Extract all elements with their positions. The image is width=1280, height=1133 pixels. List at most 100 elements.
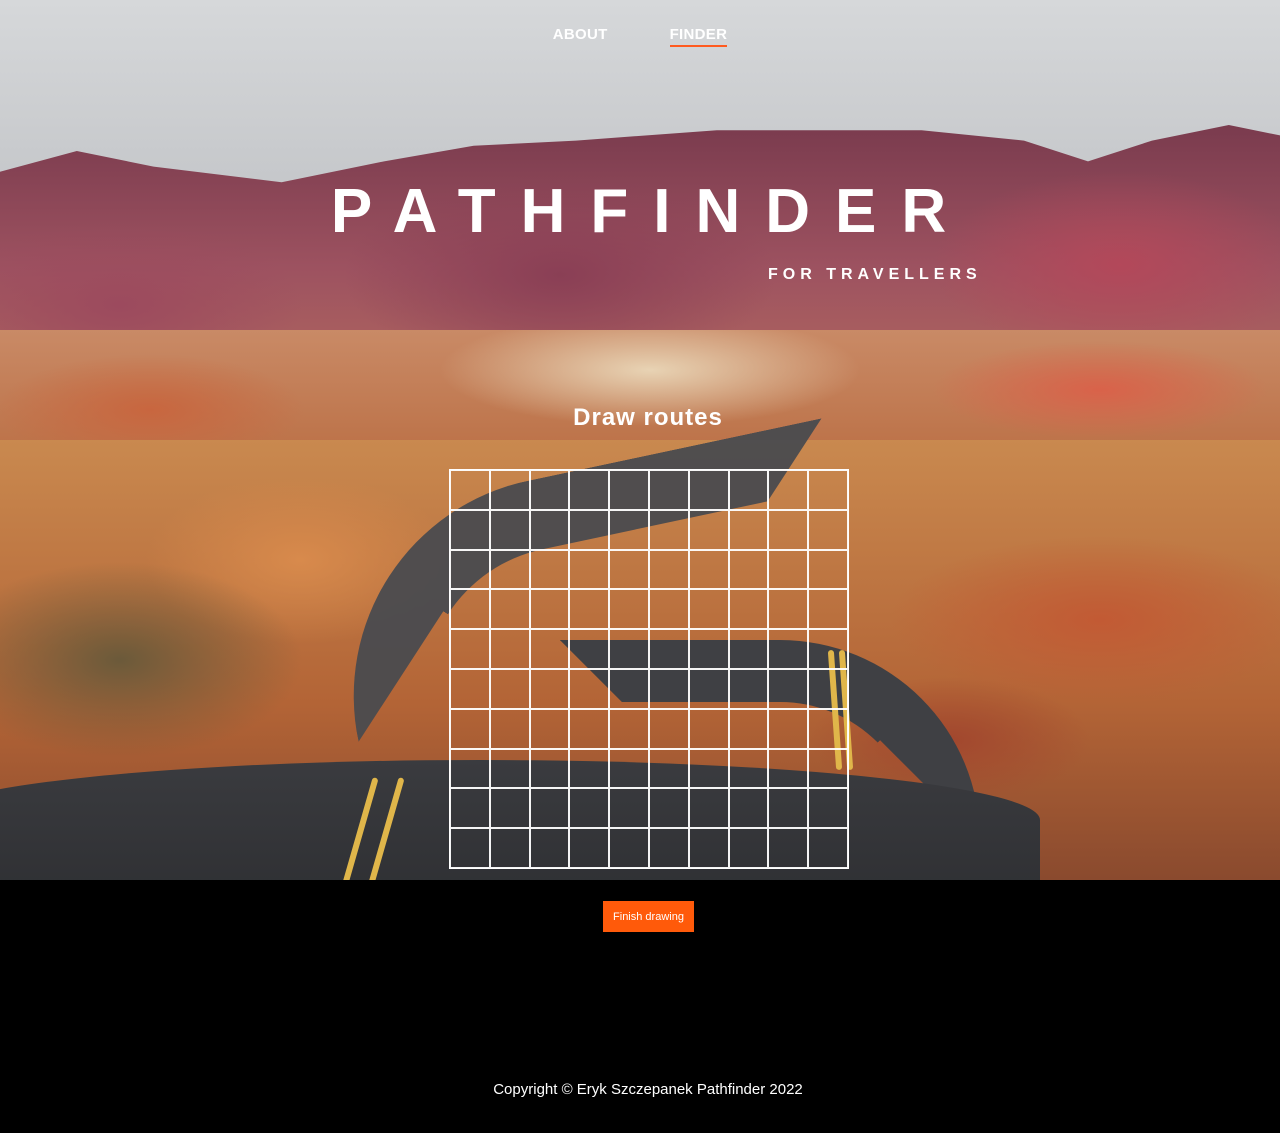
grid-cell[interactable] (489, 788, 530, 829)
grid-cell[interactable] (768, 549, 809, 590)
grid-cell[interactable] (728, 708, 769, 749)
grid-cell[interactable] (569, 748, 610, 789)
grid-cell[interactable] (489, 748, 530, 789)
grid-cell[interactable] (808, 629, 848, 669)
grid-cell[interactable] (609, 788, 649, 829)
grid-cell[interactable] (450, 708, 490, 749)
grid-cell[interactable] (808, 470, 848, 510)
grid-cell[interactable] (648, 788, 689, 829)
grid-cell[interactable] (728, 470, 769, 510)
grid-cell[interactable] (648, 748, 689, 789)
grid-cell[interactable] (768, 629, 809, 669)
grid-cell[interactable] (688, 708, 729, 749)
route-drawing-grid[interactable] (449, 469, 849, 869)
grid-cell[interactable] (648, 629, 689, 669)
grid-cell[interactable] (728, 668, 769, 709)
grid-cell[interactable] (450, 470, 490, 510)
grid-cell[interactable] (808, 708, 848, 749)
grid-cell[interactable] (450, 748, 490, 789)
grid-cell[interactable] (688, 629, 729, 669)
grid-cell[interactable] (688, 748, 729, 789)
grid-cell[interactable] (529, 470, 570, 510)
grid-cell[interactable] (529, 629, 570, 669)
grid-cell[interactable] (450, 629, 490, 669)
grid-cell[interactable] (768, 589, 809, 630)
grid-cell[interactable] (489, 509, 530, 550)
grid-cell[interactable] (768, 708, 809, 749)
grid-cell[interactable] (808, 509, 848, 550)
grid-cell[interactable] (489, 549, 530, 590)
grid-cell[interactable] (728, 589, 769, 630)
grid-cell[interactable] (808, 788, 848, 829)
nav-link-about[interactable]: ABOUT (553, 26, 608, 47)
grid-cell[interactable] (688, 549, 729, 590)
grid-cell[interactable] (609, 549, 649, 590)
grid-cell[interactable] (609, 589, 649, 630)
grid-cell[interactable] (569, 629, 610, 669)
grid-cell[interactable] (768, 748, 809, 789)
grid-cell[interactable] (489, 589, 530, 630)
grid-cell[interactable] (569, 668, 610, 709)
grid-cell[interactable] (648, 509, 689, 550)
grid-cell[interactable] (569, 828, 610, 868)
grid-cell[interactable] (609, 629, 649, 669)
grid-cell[interactable] (569, 708, 610, 749)
grid-cell[interactable] (688, 828, 729, 868)
grid-cell[interactable] (609, 470, 649, 510)
grid-cell[interactable] (648, 668, 689, 709)
grid-cell[interactable] (609, 708, 649, 749)
grid-cell[interactable] (450, 549, 490, 590)
grid-cell[interactable] (728, 748, 769, 789)
grid-cell[interactable] (688, 788, 729, 829)
grid-cell[interactable] (489, 629, 530, 669)
grid-cell[interactable] (489, 470, 530, 510)
grid-cell[interactable] (529, 788, 570, 829)
grid-cell[interactable] (728, 549, 769, 590)
nav-link-finder[interactable]: FINDER (669, 26, 728, 47)
grid-cell[interactable] (648, 708, 689, 749)
grid-cell[interactable] (489, 828, 530, 868)
grid-cell[interactable] (569, 549, 610, 590)
grid-cell[interactable] (728, 788, 769, 829)
grid-cell[interactable] (728, 509, 769, 550)
grid-cell[interactable] (569, 509, 610, 550)
grid-cell[interactable] (529, 509, 570, 550)
grid-cell[interactable] (489, 668, 530, 709)
grid-cell[interactable] (808, 748, 848, 789)
grid-cell[interactable] (609, 748, 649, 789)
grid-cell[interactable] (688, 668, 729, 709)
grid-cell[interactable] (768, 828, 809, 868)
grid-cell[interactable] (728, 828, 769, 868)
grid-cell[interactable] (648, 589, 689, 630)
grid-cell[interactable] (450, 589, 490, 630)
grid-cell[interactable] (529, 708, 570, 749)
grid-cell[interactable] (808, 549, 848, 590)
grid-cell[interactable] (529, 549, 570, 590)
grid-cell[interactable] (808, 589, 848, 630)
grid-cell[interactable] (609, 828, 649, 868)
grid-cell[interactable] (529, 589, 570, 630)
grid-cell[interactable] (450, 668, 490, 709)
grid-cell[interactable] (529, 668, 570, 709)
grid-cell[interactable] (648, 828, 689, 868)
grid-cell[interactable] (688, 589, 729, 630)
grid-cell[interactable] (450, 828, 490, 868)
grid-cell[interactable] (609, 668, 649, 709)
grid-cell[interactable] (569, 470, 610, 510)
grid-cell[interactable] (450, 509, 490, 550)
grid-cell[interactable] (529, 828, 570, 868)
grid-cell[interactable] (569, 589, 610, 630)
grid-cell[interactable] (648, 549, 689, 590)
grid-cell[interactable] (768, 509, 809, 550)
grid-cell[interactable] (768, 470, 809, 510)
grid-cell[interactable] (768, 788, 809, 829)
grid-cell[interactable] (569, 788, 610, 829)
grid-cell[interactable] (688, 509, 729, 550)
grid-cell[interactable] (648, 470, 689, 510)
grid-cell[interactable] (768, 668, 809, 709)
grid-cell[interactable] (808, 668, 848, 709)
grid-cell[interactable] (728, 629, 769, 669)
grid-cell[interactable] (450, 788, 490, 829)
grid-cell[interactable] (688, 470, 729, 510)
finish-drawing-button[interactable]: Finish drawing (603, 901, 694, 932)
